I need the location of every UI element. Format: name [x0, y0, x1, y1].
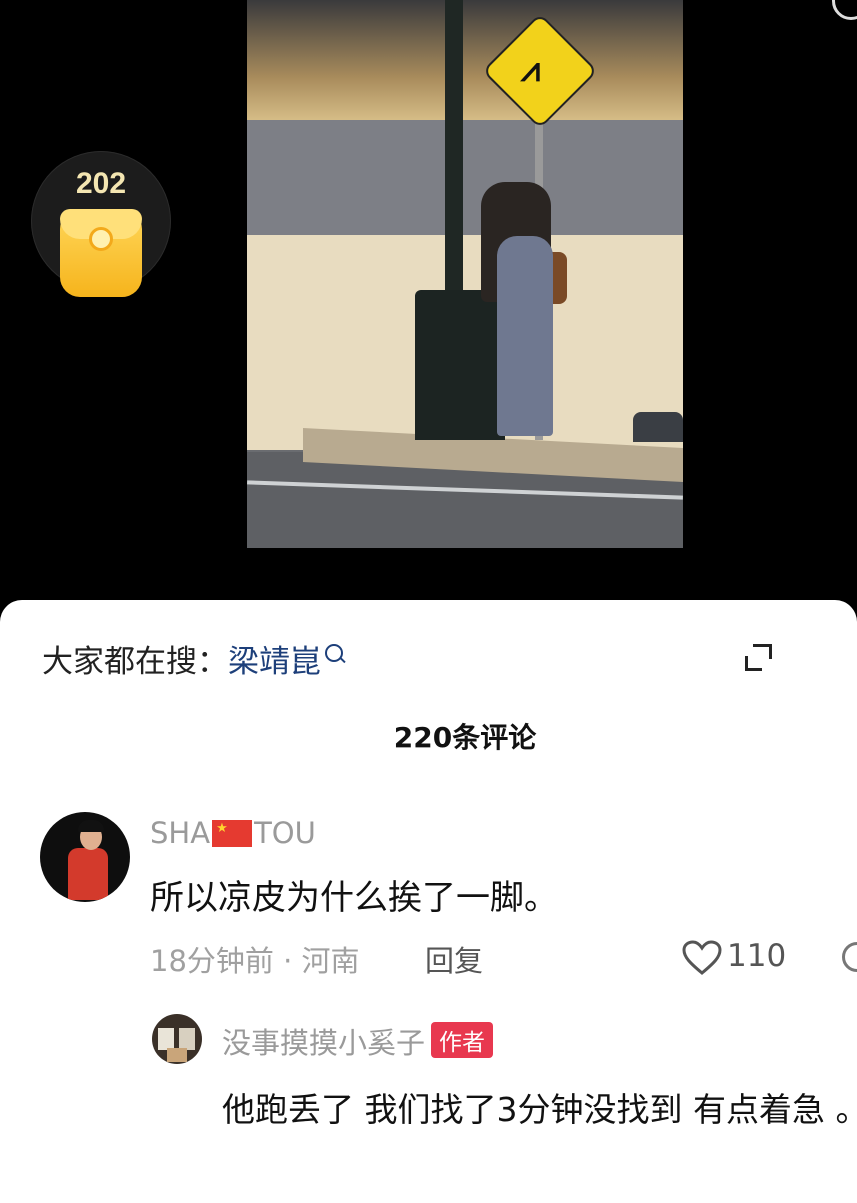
reward-count: 202	[75, 167, 127, 200]
avatar[interactable]	[152, 1014, 202, 1064]
trending-search-prefix: 大家都在搜：	[42, 644, 228, 680]
comment-text: 所以凉皮为什么挨了一脚。	[150, 878, 558, 918]
video-frame[interactable]: ⩘	[247, 0, 683, 548]
china-flag-icon	[212, 820, 253, 847]
reply-text: 他跑丢了 我们找了3分钟没找到 有点着急 。	[222, 1090, 857, 1129]
more-icon[interactable]	[842, 942, 857, 972]
comment-count-title: 220条评论	[393, 721, 537, 754]
expand-icon[interactable]	[745, 644, 772, 671]
comment-username[interactable]: SHATOU	[150, 816, 316, 850]
search-icon	[325, 644, 343, 662]
comment-time-location: 18分钟前 · 河南	[150, 944, 360, 978]
avatar[interactable]	[40, 812, 130, 902]
trending-search-term[interactable]: 梁靖崑	[228, 644, 321, 680]
reply-button[interactable]: 回复	[425, 938, 483, 980]
heart-icon[interactable]	[682, 940, 722, 976]
like-count: 110	[727, 938, 787, 974]
author-badge: 作者	[431, 1022, 494, 1058]
video-lamp-post	[415, 0, 505, 440]
corner-icon[interactable]	[832, 0, 857, 20]
video-car	[633, 412, 683, 442]
reply-username[interactable]: 没事摸摸小奚子 作者	[222, 1020, 494, 1062]
video-person-child	[497, 236, 553, 436]
pedestrian-icon: ⩘	[521, 50, 541, 90]
reward-widget[interactable]: 202	[31, 151, 171, 297]
trending-search[interactable]: 大家都在搜：梁靖崑	[42, 636, 343, 681]
red-packet-icon	[60, 209, 142, 297]
comment-sheet: 大家都在搜：梁靖崑 220条评论 SHATOU 所以凉皮为什么挨了一脚。 18分…	[0, 600, 857, 1203]
